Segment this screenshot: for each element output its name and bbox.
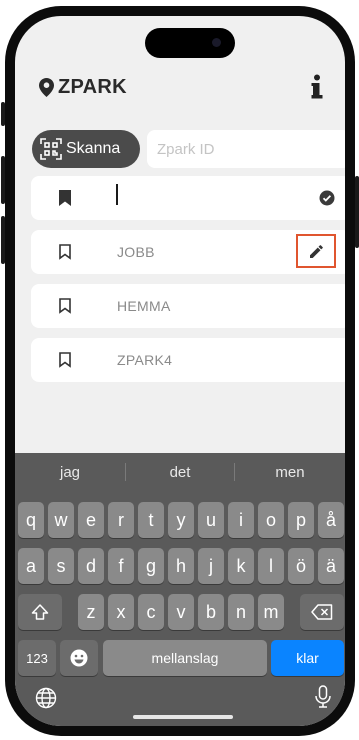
info-button[interactable] — [305, 72, 329, 102]
globe-button[interactable] — [35, 687, 59, 711]
microphone-icon — [315, 685, 331, 708]
list-item-label: JOBB — [117, 244, 155, 260]
key-v[interactable]: v — [168, 594, 194, 630]
key-aring[interactable]: å — [318, 502, 344, 538]
key-d[interactable]: d — [78, 548, 104, 584]
key-k[interactable]: k — [228, 548, 254, 584]
key-f[interactable]: f — [108, 548, 134, 584]
text-cursor — [116, 184, 118, 205]
bookmark-filled-icon — [59, 190, 71, 206]
bookmark-icon — [59, 352, 71, 368]
key-a[interactable]: a — [18, 548, 44, 584]
key-j[interactable]: j — [198, 548, 224, 584]
location-pin-icon — [39, 78, 54, 97]
keyboard: jag det men q w e r t y u i o p å a s d … — [15, 453, 345, 726]
backspace-key[interactable] — [300, 594, 344, 630]
emoji-key[interactable] — [60, 640, 98, 676]
key-e[interactable]: e — [78, 502, 104, 538]
backspace-icon — [311, 604, 333, 620]
key-y[interactable]: y — [168, 502, 194, 538]
key-l[interactable]: l — [258, 548, 284, 584]
zpark-id-input[interactable] — [147, 130, 345, 168]
key-n[interactable]: n — [228, 594, 254, 630]
volume-up-button — [1, 156, 5, 204]
volume-down-button — [1, 216, 5, 264]
info-icon — [311, 74, 323, 99]
phone-frame: ZPARK Skanna Zpark ID JOBB HEMMA ZPARK4 … — [1, 6, 359, 736]
key-o[interactable]: o — [258, 502, 284, 538]
dynamic-island — [145, 28, 235, 58]
header: ZPARK — [15, 72, 345, 106]
key-t[interactable]: t — [138, 502, 164, 538]
key-c[interactable]: c — [138, 594, 164, 630]
emoji-icon — [70, 649, 88, 667]
suggestion-bar: jag det men — [15, 453, 345, 491]
key-m[interactable]: m — [258, 594, 284, 630]
key-auml[interactable]: ä — [318, 548, 344, 584]
bookmark-icon — [59, 244, 71, 260]
key-g[interactable]: g — [138, 548, 164, 584]
space-key[interactable]: mellanslag — [103, 640, 267, 676]
return-key[interactable]: klar — [271, 640, 344, 676]
list-item-zpark4[interactable]: ZPARK4 — [31, 338, 345, 382]
side-button — [1, 102, 5, 126]
key-h[interactable]: h — [168, 548, 194, 584]
suggestion-men[interactable]: men — [235, 453, 345, 491]
list-item-editing[interactable] — [31, 176, 345, 220]
list-item-jobb[interactable]: JOBB — [31, 230, 345, 274]
pencil-icon — [309, 244, 323, 258]
key-i[interactable]: i — [228, 502, 254, 538]
power-button — [355, 176, 359, 248]
key-w[interactable]: w — [48, 502, 74, 538]
key-q[interactable]: q — [18, 502, 44, 538]
key-s[interactable]: s — [48, 548, 74, 584]
scan-button-label: Skanna — [66, 140, 121, 157]
brand: ZPARK — [39, 76, 127, 99]
globe-icon — [35, 687, 57, 709]
home-indicator — [133, 715, 233, 719]
scan-button[interactable]: Skanna — [32, 130, 140, 168]
suggestion-det[interactable]: det — [126, 453, 234, 491]
screen: ZPARK Skanna Zpark ID JOBB HEMMA ZPARK4 … — [15, 16, 345, 726]
shift-icon — [31, 604, 49, 620]
qr-scan-icon — [40, 138, 62, 160]
list-item-hemma[interactable]: HEMMA — [31, 284, 345, 328]
key-u[interactable]: u — [198, 502, 224, 538]
microphone-button[interactable] — [315, 685, 335, 711]
key-b[interactable]: b — [198, 594, 224, 630]
list-item-label: ZPARK4 — [117, 352, 173, 368]
list-item-label: HEMMA — [117, 298, 171, 314]
check-circle-icon[interactable] — [319, 190, 335, 206]
key-x[interactable]: x — [108, 594, 134, 630]
edit-button[interactable] — [296, 234, 336, 268]
numbers-key[interactable]: 123 — [18, 640, 56, 676]
bookmark-icon — [59, 298, 71, 314]
app-title: ZPARK — [58, 76, 127, 98]
suggestion-jag[interactable]: jag — [15, 453, 125, 491]
key-r[interactable]: r — [108, 502, 134, 538]
key-p[interactable]: p — [288, 502, 314, 538]
shift-key[interactable] — [18, 594, 62, 630]
key-ouml[interactable]: ö — [288, 548, 314, 584]
key-z[interactable]: z — [78, 594, 104, 630]
